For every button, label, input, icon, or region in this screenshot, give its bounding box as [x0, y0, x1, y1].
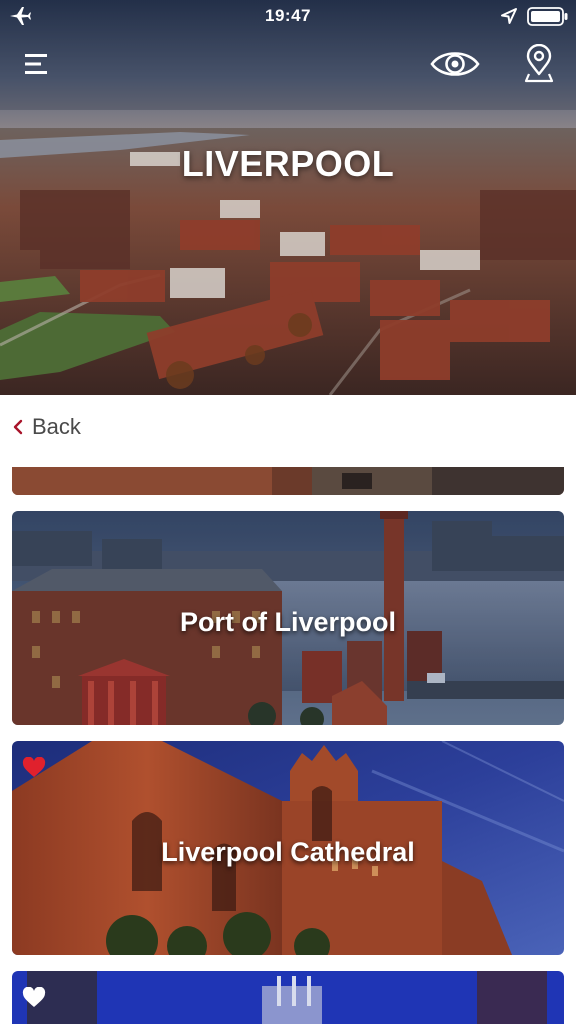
- place-title: Port of Liverpool: [180, 607, 396, 637]
- places-list[interactable]: Port of Liverpool Liverpool Cathedral: [0, 459, 576, 1024]
- place-card-liverpool-cathedral[interactable]: Liverpool Cathedral: [12, 741, 564, 955]
- city-aerial-photo: [0, 0, 576, 395]
- place-card[interactable]: [12, 467, 564, 495]
- status-bar: 19:47: [0, 0, 576, 32]
- back-button[interactable]: Back: [12, 411, 81, 443]
- battery-icon: [527, 7, 568, 26]
- place-photo: [12, 467, 564, 495]
- favorite-heart-icon[interactable]: [22, 987, 46, 1009]
- location-arrow-icon: [501, 8, 517, 24]
- city-title: LIVERPOOL: [181, 143, 395, 184]
- back-label: Back: [32, 414, 81, 439]
- place-card[interactable]: [12, 971, 564, 1024]
- place-card-port-of-liverpool[interactable]: Port of Liverpool: [12, 511, 564, 725]
- hamburger-menu-icon[interactable]: [22, 50, 52, 78]
- status-time: 19:47: [265, 6, 311, 25]
- chevron-left-icon: [13, 419, 23, 435]
- eye-icon[interactable]: [429, 46, 481, 82]
- city-hero-banner: 19:47 LIVERPOOL: [0, 0, 576, 395]
- place-title: Liverpool Cathedral: [161, 837, 415, 867]
- place-photo: [12, 971, 564, 1024]
- map-pin-icon[interactable]: [524, 44, 554, 84]
- favorite-heart-icon[interactable]: [22, 757, 46, 779]
- back-bar: Back: [0, 395, 576, 459]
